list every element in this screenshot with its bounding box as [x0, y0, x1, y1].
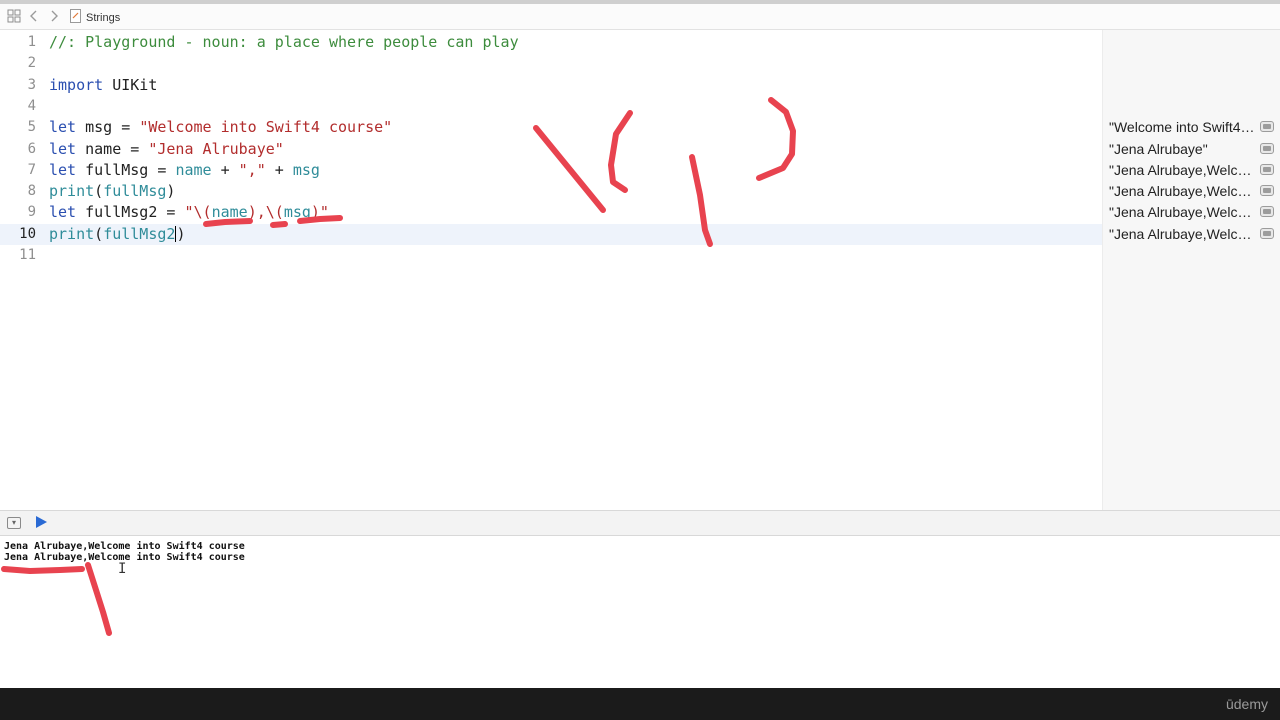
code-token: msg [292, 160, 320, 179]
result-value: "Jena Alrubaye" [1109, 140, 1208, 157]
console-line: Jena Alrubaye,Welcome into Swift4 course [4, 541, 245, 552]
code-text[interactable]: let msg = "Welcome into Swift4 course" [49, 117, 392, 138]
forward-chevron-icon[interactable] [46, 9, 62, 25]
code-token: ),\( [247, 203, 284, 222]
code-token: ( [94, 224, 104, 243]
code-token: ) [176, 224, 186, 243]
line-number: 8 [27, 183, 36, 200]
code-line[interactable]: 3 import UIKit [0, 75, 1102, 96]
code-token: ( [94, 182, 104, 201]
code-token: fullMsg = [76, 160, 176, 179]
udemy-watermark: ūdemy [1225, 696, 1268, 712]
code-line[interactable]: 5 let msg = "Welcome into Swift4 course" [0, 117, 1102, 138]
code-token: name [211, 203, 248, 222]
quick-look-icon[interactable] [1260, 121, 1274, 133]
code-text[interactable]: let name = "Jena Alrubaye" [49, 139, 284, 160]
code-token: fullMsg2 = [76, 203, 185, 222]
result-row: "Jena Alrubaye,Welcome into Swift4 cours… [1109, 202, 1275, 223]
code-token: let [49, 118, 77, 137]
code-line[interactable]: 2 [0, 53, 1102, 74]
code-line[interactable]: 10 print(fullMsg2) [0, 223, 1102, 245]
file-title[interactable]: Strings [86, 12, 120, 24]
quick-look-icon[interactable] [1260, 206, 1274, 218]
quick-look-icon[interactable] [1260, 227, 1274, 239]
result-row: "Jena Alrubaye,Welcome into Swift4 cours… [1109, 181, 1275, 202]
result-row: "Welcome into Swift4 course" [1109, 117, 1275, 138]
quick-look-icon[interactable] [1260, 185, 1274, 197]
code-token: + [211, 160, 239, 179]
code-token: ) [166, 182, 176, 201]
code-token: name [175, 160, 212, 179]
code-editor[interactable]: 1 //: Playground - noun: a place where pe… [0, 30, 1102, 510]
grid-icon[interactable] [6, 9, 22, 25]
code-text[interactable]: let fullMsg = name + "," + msg [49, 160, 320, 181]
code-token: let [49, 160, 77, 179]
run-playground-icon[interactable] [36, 516, 47, 528]
code-line[interactable]: 4 [0, 96, 1102, 117]
hide-debug-area-icon[interactable]: ▾ [7, 517, 21, 529]
code-line[interactable]: 7 let fullMsg = name + "," + msg [0, 160, 1102, 181]
result-row: "Jena Alrubaye,Welcome into Swift4 cours… [1109, 160, 1275, 181]
code-token: msg [283, 203, 311, 222]
quick-look-icon[interactable] [1260, 163, 1274, 175]
line-number: 10 [19, 225, 36, 242]
code-line[interactable]: 11 [0, 245, 1102, 266]
result-row: "Jena Alrubaye" [1109, 139, 1275, 160]
code-text[interactable]: //: Playground - noun: a place where peo… [49, 32, 519, 53]
line-number: 1 [27, 34, 36, 50]
result-value: "Jena Alrubaye,Welcome into Swift4 cours… [1109, 161, 1255, 178]
result-value: "Jena Alrubaye,Welcome into Swift4 cours… [1109, 183, 1255, 200]
code-text[interactable]: let fullMsg2 = "\(name),\(msg)" [49, 202, 329, 223]
code-token: + [265, 160, 293, 179]
result-value: "Jena Alrubaye,Welcome into Swift4 cours… [1109, 204, 1255, 221]
line-number: 4 [27, 97, 36, 114]
result-row: "Jena Alrubaye,Welcome into Swift4 cours… [1109, 224, 1275, 245]
code-token: fullMsg2 [103, 224, 176, 243]
console-output: Jena Alrubaye,Welcome into Swift4 course… [0, 536, 1280, 688]
line-number: 9 [27, 204, 36, 221]
code-token: name = [76, 139, 149, 158]
code-token: fullMsg [103, 182, 167, 201]
code-token: "Welcome into Swift4 course" [139, 118, 393, 137]
result-value: "Jena Alrubaye,Welcome into Swift4 cours… [1109, 225, 1255, 242]
code-token: print [49, 224, 95, 243]
line-number: 7 [27, 161, 36, 178]
line-number: 6 [27, 140, 36, 157]
line-number: 3 [27, 76, 36, 93]
code-token: "Jena Alrubaye" [148, 139, 284, 158]
code-token: "\( [184, 203, 212, 222]
code-token: UIKit [103, 75, 158, 94]
code-text[interactable]: import UIKit [49, 75, 157, 96]
code-token: //: Playground - noun: a place where peo… [49, 33, 519, 51]
code-token: print [49, 182, 95, 201]
code-line[interactable]: 1 //: Playground - noun: a place where pe… [0, 32, 1102, 53]
result-value: "Welcome into Swift4 course" [1109, 119, 1255, 136]
code-line[interactable]: 8 print(fullMsg) [0, 181, 1102, 202]
code-token: let [49, 203, 77, 222]
debug-bar: ▾ [0, 510, 1280, 536]
text-cursor-icon: I [118, 561, 127, 577]
code-line[interactable]: 6 let name = "Jena Alrubaye" [0, 139, 1102, 160]
line-number: 5 [27, 119, 36, 136]
code-token: )" [310, 203, 329, 222]
code-line[interactable]: 9 let fullMsg2 = "\(name),\(msg)" [0, 202, 1102, 223]
swift-file-icon [69, 9, 81, 25]
results-sidebar: "Welcome into Swift4 course" "Jena Alruba… [1102, 30, 1280, 510]
jump-bar: Strings [0, 4, 1280, 30]
code-token: import [49, 75, 104, 94]
code-text[interactable]: print(fullMsg) [49, 181, 175, 202]
code-token: let [49, 139, 77, 158]
video-bottom-bar: ūdemy [0, 688, 1280, 720]
quick-look-icon[interactable] [1260, 142, 1274, 154]
code-text[interactable]: print(fullMsg2) [49, 224, 185, 245]
back-chevron-icon[interactable] [26, 9, 42, 25]
code-token: msg = [76, 118, 140, 137]
line-number: 2 [27, 55, 36, 72]
code-token: "," [238, 160, 266, 179]
line-number: 11 [19, 247, 36, 263]
